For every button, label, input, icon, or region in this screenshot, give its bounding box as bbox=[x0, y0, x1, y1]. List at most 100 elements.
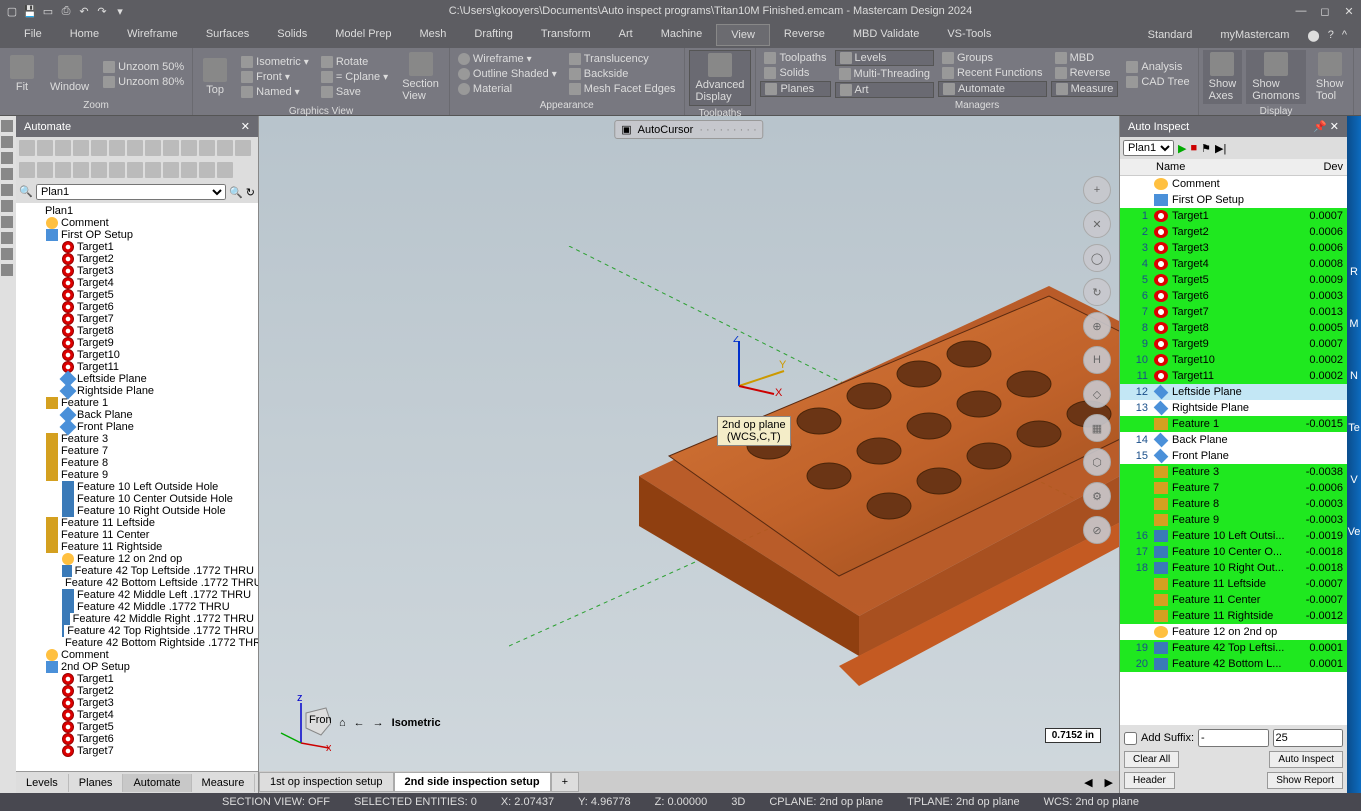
tree-item[interactable]: Comment bbox=[18, 649, 256, 661]
tree-item[interactable]: 2nd OP Setup bbox=[18, 661, 256, 673]
tool-icon[interactable] bbox=[1, 264, 13, 276]
menu-drafting[interactable]: Drafting bbox=[460, 24, 527, 46]
menu-art[interactable]: Art bbox=[605, 24, 647, 46]
analysis-mgr-button[interactable]: Analysis bbox=[1122, 60, 1193, 74]
autocursor-toolbar[interactable]: ▣ AutoCursor · · · · · · · · · bbox=[614, 120, 763, 139]
outline-button[interactable]: Outline Shaded ▾ bbox=[454, 67, 561, 81]
tree-item[interactable]: Target3 bbox=[18, 697, 256, 709]
tree-item[interactable]: Feature 42 Middle Right .1772 THRU bbox=[18, 613, 256, 625]
mesh-button[interactable]: Mesh Facet Edges bbox=[565, 82, 680, 96]
tree-item[interactable]: Feature 42 Bottom Leftside .1772 THRU bbox=[18, 577, 256, 589]
tree-item[interactable]: Target2 bbox=[18, 253, 256, 265]
mymastercam-link[interactable]: myMastercam bbox=[1206, 25, 1303, 45]
tree-item[interactable]: Target1 bbox=[18, 673, 256, 685]
vp-tool-icon[interactable]: ◯ bbox=[1083, 244, 1111, 272]
status-wcs[interactable]: WCS: 2nd op plane bbox=[1044, 796, 1139, 808]
tb-icon[interactable] bbox=[181, 140, 197, 156]
tb-icon[interactable] bbox=[145, 162, 161, 178]
tb-icon[interactable] bbox=[55, 140, 71, 156]
tree-item[interactable]: Front Plane bbox=[18, 421, 256, 433]
tb-icon[interactable] bbox=[163, 140, 179, 156]
open-icon[interactable]: ▭ bbox=[40, 3, 56, 19]
tb-icon[interactable] bbox=[109, 162, 125, 178]
menu-mbd-validate[interactable]: MBD Validate bbox=[839, 24, 933, 46]
tb-icon[interactable] bbox=[127, 162, 143, 178]
tb-icon[interactable] bbox=[55, 162, 71, 178]
inspect-row[interactable]: 4Target40.0008 bbox=[1120, 256, 1347, 272]
tree-item[interactable]: Leftside Plane bbox=[18, 373, 256, 385]
status-section[interactable]: SECTION VIEW: OFF bbox=[222, 796, 330, 808]
tree-item[interactable]: First OP Setup bbox=[18, 229, 256, 241]
tool-icon[interactable] bbox=[1, 216, 13, 228]
menu-file[interactable]: File bbox=[10, 24, 56, 46]
tree-item[interactable]: Target11 bbox=[18, 361, 256, 373]
tree-item[interactable]: Target8 bbox=[18, 325, 256, 337]
tree-item[interactable]: Feature 11 Leftside bbox=[18, 517, 256, 529]
inspect-row[interactable]: Feature 3-0.0038 bbox=[1120, 464, 1347, 480]
vp-tool-icon[interactable]: ⬡ bbox=[1083, 448, 1111, 476]
tree-item[interactable]: Target10 bbox=[18, 349, 256, 361]
tb-icon[interactable] bbox=[127, 140, 143, 156]
suffix-num-input[interactable] bbox=[1273, 729, 1344, 747]
tool-icon[interactable] bbox=[1, 168, 13, 180]
inspect-row[interactable]: 1Target10.0007 bbox=[1120, 208, 1347, 224]
edge-tab[interactable]: Ve bbox=[1348, 526, 1361, 538]
window-button[interactable]: Window bbox=[44, 53, 95, 95]
auto-inspect-button[interactable]: Auto Inspect bbox=[1269, 751, 1343, 768]
trans-button[interactable]: Translucency bbox=[565, 52, 680, 66]
status-selected[interactable]: SELECTED ENTITIES: 0 bbox=[354, 796, 477, 808]
menu-vs-tools[interactable]: VS-Tools bbox=[933, 24, 1005, 46]
nav-left-icon[interactable]: ← bbox=[354, 717, 365, 729]
tool-icon[interactable] bbox=[1, 232, 13, 244]
inspect-row[interactable]: 16Feature 10 Left Outsi...-0.0019 bbox=[1120, 528, 1347, 544]
tab-automate[interactable]: Automate bbox=[123, 774, 191, 792]
tree-item[interactable]: Target7 bbox=[18, 745, 256, 757]
viewport-tab[interactable]: 2nd side inspection setup bbox=[394, 772, 551, 792]
section-button[interactable]: Section View bbox=[396, 50, 445, 104]
plan-select[interactable]: Plan1 bbox=[36, 184, 226, 200]
tree-item[interactable]: Feature 7 bbox=[18, 445, 256, 457]
automate-tree[interactable]: Plan1CommentFirst OP SetupTarget1Target2… bbox=[16, 203, 258, 771]
tree-item[interactable]: Rightside Plane bbox=[18, 385, 256, 397]
tool-icon[interactable] bbox=[1, 248, 13, 260]
pin-icon[interactable]: 📌 bbox=[1313, 121, 1327, 133]
menu-wireframe[interactable]: Wireframe bbox=[113, 24, 192, 46]
levels-mgr-button[interactable]: Levels bbox=[835, 50, 934, 66]
tab-measure[interactable]: Measure bbox=[192, 774, 256, 792]
measure-mgr-button[interactable]: Measure bbox=[1051, 81, 1119, 97]
front-button[interactable]: Front ▾ bbox=[237, 70, 313, 84]
tree-item[interactable]: Feature 8 bbox=[18, 457, 256, 469]
add-tab-button[interactable]: + bbox=[551, 772, 579, 792]
inspect-row[interactable]: 14Back Plane bbox=[1120, 432, 1347, 448]
suffix-input[interactable] bbox=[1198, 729, 1269, 747]
show-tool-button[interactable]: Show Tool bbox=[1310, 50, 1350, 104]
tree-item[interactable]: Feature 42 Top Leftside .1772 THRU bbox=[18, 565, 256, 577]
edge-tab[interactable]: N bbox=[1350, 370, 1358, 382]
art-mgr-button[interactable]: Art bbox=[835, 82, 934, 98]
tool-icon[interactable] bbox=[1, 152, 13, 164]
tb-icon[interactable] bbox=[73, 162, 89, 178]
tab-planes[interactable]: Planes bbox=[69, 774, 124, 792]
inspect-row[interactable]: 2Target20.0006 bbox=[1120, 224, 1347, 240]
top-button[interactable]: Top bbox=[197, 56, 233, 98]
inspect-row[interactable]: 8Target80.0005 bbox=[1120, 320, 1347, 336]
inspect-row[interactable]: Feature 7-0.0006 bbox=[1120, 480, 1347, 496]
tree-item[interactable]: Target2 bbox=[18, 685, 256, 697]
tree-item[interactable]: Target5 bbox=[18, 721, 256, 733]
tree-item[interactable]: Feature 1 bbox=[18, 397, 256, 409]
automate-mgr-button[interactable]: Automate bbox=[938, 81, 1047, 97]
inspect-row[interactable]: 11Target110.0002 bbox=[1120, 368, 1347, 384]
tb-icon[interactable] bbox=[91, 140, 107, 156]
multi-mgr-button[interactable]: Multi-Threading bbox=[835, 67, 934, 81]
groups-mgr-button[interactable]: Groups bbox=[938, 51, 1047, 65]
play-icon[interactable]: ▶ bbox=[1178, 142, 1186, 155]
tool-icon[interactable] bbox=[1, 136, 13, 148]
iso-button[interactable]: Isometric ▾ bbox=[237, 55, 313, 69]
reverse-mgr-button[interactable]: Reverse bbox=[1051, 66, 1119, 80]
tree-item[interactable]: Feature 10 Center Outside Hole bbox=[18, 493, 256, 505]
inspect-row[interactable]: Feature 8-0.0003 bbox=[1120, 496, 1347, 512]
inspect-row[interactable]: Feature 11 Rightside-0.0012 bbox=[1120, 608, 1347, 624]
tree-item[interactable]: Target4 bbox=[18, 277, 256, 289]
cplane-button[interactable]: = Cplane ▾ bbox=[317, 70, 392, 84]
backside-button[interactable]: Backside bbox=[565, 67, 680, 81]
